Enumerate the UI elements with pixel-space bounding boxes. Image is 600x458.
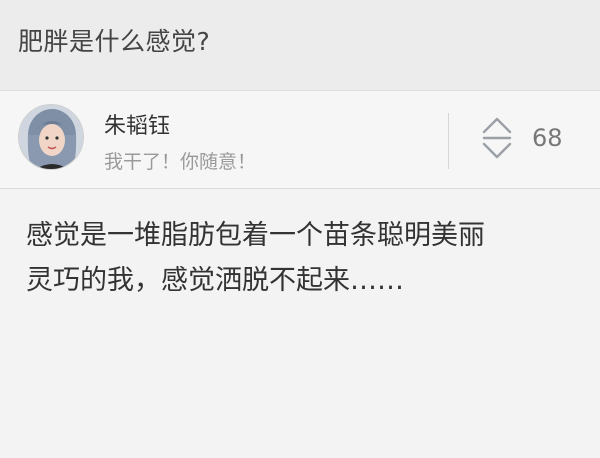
author-name[interactable]: 朱韬钰 — [104, 108, 170, 140]
avatar-photo-icon — [19, 105, 83, 169]
author-avatar[interactable] — [18, 104, 84, 170]
question-header: 肥胖是什么感觉? — [0, 0, 600, 91]
answer-content: 感觉是一堆脂肪包着一个苗条聪明美丽 灵巧的我，感觉洒脱不起来…… — [26, 220, 485, 296]
divider — [448, 113, 449, 169]
vote-control[interactable]: 68 — [478, 113, 563, 163]
answer-author-bar: 朱韬钰 我干了！你随意！ 68 — [0, 91, 600, 189]
question-title: 肥胖是什么感觉? — [18, 27, 211, 56]
vote-count: 68 — [532, 124, 563, 152]
vote-up-down-icon[interactable] — [478, 114, 516, 162]
author-bio: 我干了！你随意！ — [104, 151, 257, 173]
